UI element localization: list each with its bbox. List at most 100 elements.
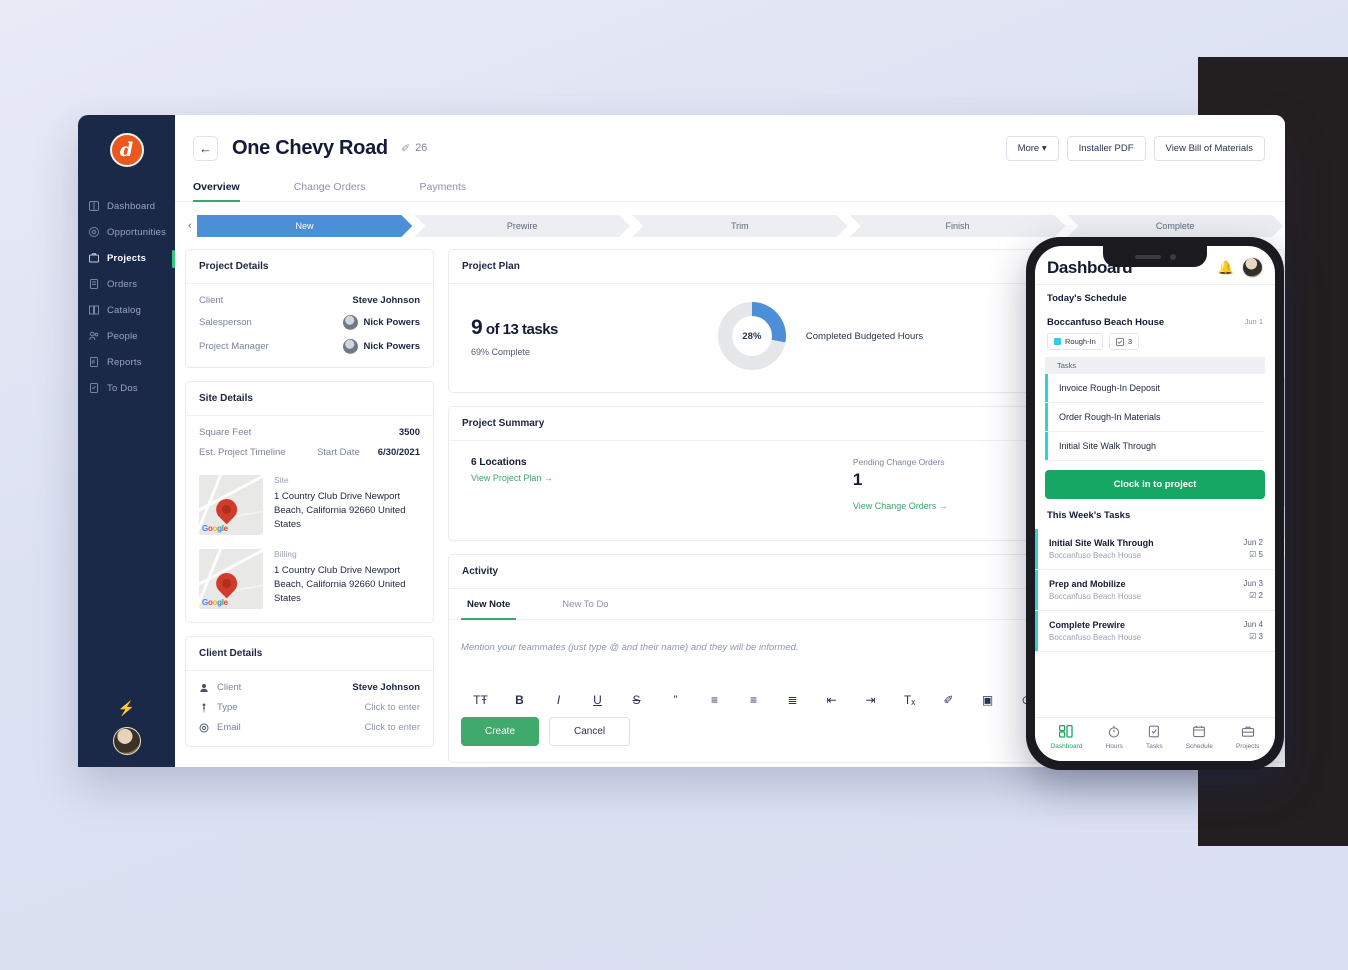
indent-increase-icon[interactable]: ⇥ bbox=[851, 693, 890, 707]
underline-icon[interactable]: U bbox=[578, 693, 617, 707]
week-task-meta: Jun 3 ☑ 2 bbox=[1243, 579, 1263, 601]
mobile-task-item[interactable]: Initial Site Walk Through bbox=[1045, 432, 1265, 461]
address-billing: Google Billing 1 Country Club Drive Newp… bbox=[199, 549, 420, 609]
back-button[interactable]: ← bbox=[193, 135, 218, 161]
ordered-list-icon[interactable]: ≣ bbox=[773, 693, 812, 707]
view-bill-of-materials-button[interactable]: View Bill of Materials bbox=[1153, 135, 1265, 161]
week-task-project: Boccanfuso Beach House bbox=[1049, 633, 1142, 642]
tasks-of: of 13 tasks bbox=[482, 320, 559, 338]
speaker bbox=[1134, 254, 1161, 259]
attachment-icon[interactable]: ✐ bbox=[929, 693, 968, 707]
sidebar-item-orders[interactable]: Orders bbox=[78, 271, 175, 297]
align-left-icon[interactable]: ≡ bbox=[695, 693, 734, 707]
week-task-date: Jun 3 bbox=[1243, 579, 1263, 588]
count-value: 5 bbox=[1258, 550, 1263, 559]
week-task-item[interactable]: Initial Site Walk Through Boccanfuso Bea… bbox=[1035, 529, 1275, 570]
site-details-card: Site Details Square Feet 3500 Est. Proje… bbox=[185, 381, 434, 623]
italic-icon[interactable]: I bbox=[539, 693, 578, 707]
indent-decrease-icon[interactable]: ⇤ bbox=[812, 693, 851, 707]
detail-row-square-feet: Square Feet 3500 bbox=[199, 427, 420, 438]
sidebar-item-dashboard[interactable]: Dashboard bbox=[78, 193, 175, 219]
align-center-icon[interactable]: ≡ bbox=[734, 693, 773, 707]
image-icon[interactable]: ▣ bbox=[968, 693, 1007, 707]
sidebar: d Dashboard Opportunities Projects Order… bbox=[78, 115, 175, 767]
bell-icon[interactable]: 🔔 bbox=[1218, 260, 1234, 276]
calendar-icon bbox=[1186, 725, 1213, 741]
task-count-chip[interactable]: 3 bbox=[1108, 333, 1140, 350]
start-date-label: Start Date bbox=[316, 447, 360, 458]
tab-new-to-do[interactable]: New To Do bbox=[562, 589, 608, 619]
week-task-item[interactable]: Complete Prewire Boccanfuso Beach House … bbox=[1035, 611, 1275, 652]
strikethrough-icon[interactable]: S bbox=[617, 693, 656, 707]
sidebar-item-people[interactable]: People bbox=[78, 323, 175, 349]
count-value: 2 bbox=[1258, 591, 1263, 600]
client-row-client: Client Steve Johnson bbox=[199, 682, 420, 693]
stage-prewire[interactable]: Prewire bbox=[414, 215, 630, 237]
week-task-item[interactable]: Prep and Mobilize Boccanfuso Beach House… bbox=[1035, 570, 1275, 611]
map-thumbnail[interactable]: Google bbox=[199, 549, 263, 609]
mobile-task-item[interactable]: Invoice Rough-In Deposit bbox=[1045, 374, 1265, 403]
bold-icon[interactable]: B bbox=[500, 693, 539, 707]
edit-title-icon[interactable]: ✐ bbox=[401, 142, 410, 155]
detail-row-salesperson: Salesperson Nick Powers bbox=[199, 315, 420, 330]
user-avatar[interactable] bbox=[112, 727, 141, 755]
sidebar-item-label: Projects bbox=[107, 252, 147, 264]
stage-finish[interactable]: Finish bbox=[850, 215, 1066, 237]
mobile-project-row[interactable]: Boccanfuso Beach House Jun 1 bbox=[1035, 312, 1275, 328]
clipboard-check-icon bbox=[1146, 725, 1163, 741]
quote-icon[interactable]: ” bbox=[656, 693, 695, 707]
tasks-column-header: Tasks bbox=[1045, 357, 1265, 374]
sidebar-item-label: Opportunities bbox=[107, 226, 167, 238]
nav-tasks[interactable]: Tasks bbox=[1146, 725, 1163, 750]
app-logo[interactable]: d bbox=[109, 133, 144, 167]
installer-pdf-button[interactable]: Installer PDF bbox=[1066, 135, 1146, 161]
view-change-orders-link[interactable]: View Change Orders → bbox=[853, 501, 948, 511]
page-header: ← One Chevy Road ✐ 26 More ▾ Installer P… bbox=[175, 115, 1285, 167]
view-project-plan-link[interactable]: View Project Plan → bbox=[471, 473, 553, 483]
card-title: Site Details bbox=[186, 382, 433, 416]
stage-new[interactable]: New bbox=[197, 215, 413, 237]
nav-hours[interactable]: Hours bbox=[1106, 725, 1123, 750]
at-icon bbox=[199, 723, 209, 732]
nav-projects[interactable]: Projects bbox=[1236, 725, 1259, 750]
clock-in-button[interactable]: Clock in to project bbox=[1045, 470, 1265, 499]
sidebar-item-reports[interactable]: Reports bbox=[78, 349, 175, 375]
cancel-button[interactable]: Cancel bbox=[549, 717, 631, 746]
week-task-name: Initial Site Walk Through bbox=[1049, 538, 1154, 548]
row-value: Steve Johnson bbox=[352, 295, 420, 306]
tab-change-orders[interactable]: Change Orders bbox=[294, 173, 392, 201]
sidebar-item-to-dos[interactable]: To Dos bbox=[78, 375, 175, 401]
mobile-user-avatar[interactable] bbox=[1242, 257, 1263, 278]
more-button[interactable]: More ▾ bbox=[1005, 135, 1059, 161]
nav-label: Hours bbox=[1105, 743, 1123, 750]
stage-complete[interactable]: Complete bbox=[1067, 215, 1283, 237]
clear-format-icon[interactable]: Tₓ bbox=[890, 693, 929, 707]
tab-payments[interactable]: Payments bbox=[420, 173, 493, 201]
mobile-task-item[interactable]: Order Rough-In Materials bbox=[1045, 403, 1265, 432]
projects-icon bbox=[88, 252, 100, 264]
lightning-icon[interactable]: ⚡ bbox=[118, 700, 135, 717]
sidebar-item-opportunities[interactable]: Opportunities bbox=[78, 219, 175, 245]
address-type: Billing bbox=[274, 549, 297, 559]
nav-dashboard[interactable]: Dashboard bbox=[1051, 724, 1082, 750]
tab-overview[interactable]: Overview bbox=[193, 173, 266, 202]
tab-new-note[interactable]: New Note bbox=[460, 589, 517, 620]
stage-chip[interactable]: Rough-In bbox=[1047, 333, 1103, 350]
stage-prev-button[interactable]: ‹ bbox=[183, 220, 197, 232]
sidebar-item-projects[interactable]: Projects bbox=[78, 245, 175, 271]
nav-schedule[interactable]: Schedule bbox=[1186, 725, 1213, 750]
create-button[interactable]: Create bbox=[461, 717, 540, 746]
sidebar-item-label: Catalog bbox=[107, 304, 142, 316]
row-label: Square Feet bbox=[199, 427, 252, 438]
task-count: 3 bbox=[1127, 337, 1133, 346]
card-title: Client Details bbox=[186, 637, 433, 671]
row-value[interactable]: Click to enter bbox=[365, 702, 420, 713]
address-value: 1 Country Club Drive Newport Beach, Cali… bbox=[274, 491, 406, 530]
text-size-icon[interactable]: TŦ bbox=[461, 693, 500, 707]
client-row-type: Type Click to enter bbox=[199, 702, 420, 713]
stage-trim[interactable]: Trim bbox=[632, 215, 848, 237]
week-task-date: Jun 4 bbox=[1243, 620, 1263, 629]
sidebar-item-catalog[interactable]: Catalog bbox=[78, 297, 175, 323]
row-value[interactable]: Click to enter bbox=[365, 722, 420, 733]
map-thumbnail[interactable]: Google bbox=[199, 475, 263, 535]
